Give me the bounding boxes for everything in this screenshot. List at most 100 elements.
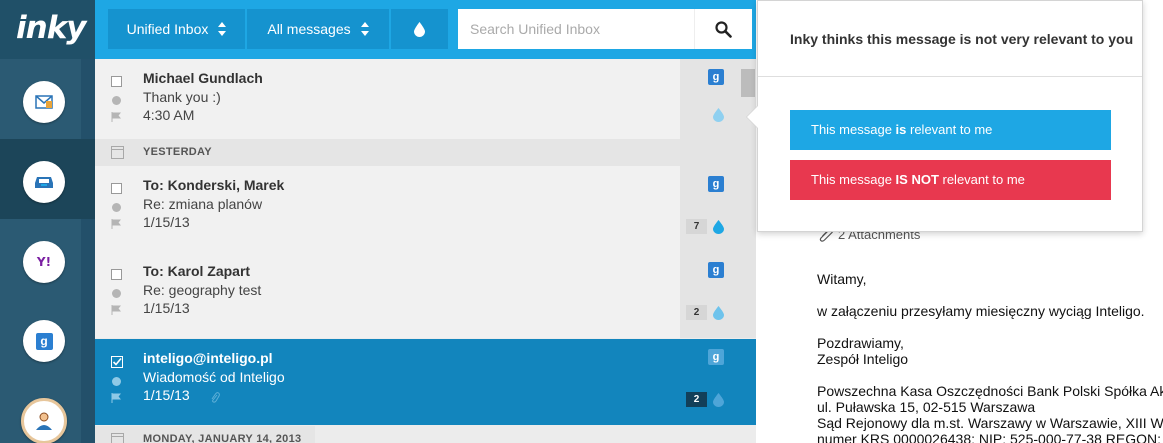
drop-icon: [414, 21, 425, 37]
message-subject: Re: zmiana planów: [143, 196, 263, 212]
message-row-selected[interactable]: inteligo@inteligo.pl Wiadomość od Inteli…: [95, 339, 756, 425]
mark-relevant-button[interactable]: This message is relevant to me: [790, 110, 1111, 150]
popover-divider: [758, 76, 1142, 77]
button-text: relevant to me: [938, 172, 1025, 187]
unread-dot-icon[interactable]: [112, 203, 121, 212]
filter-select[interactable]: All messages: [247, 9, 390, 49]
search-button[interactable]: [694, 9, 752, 49]
button-text: This message: [811, 172, 896, 187]
thread-count-badge: 7: [686, 219, 707, 234]
popover-title: Inky thinks this message is not very rel…: [790, 31, 1134, 47]
magnifier-icon: [715, 20, 732, 38]
message-row[interactable]: To: Karol Zapart Re: geography test 1/15…: [95, 252, 756, 338]
calendar-icon: [111, 146, 124, 159]
relevance-popover: Inky thinks this message is not very rel…: [746, 0, 1143, 232]
body-greeting: Witamy,: [817, 271, 867, 287]
row-tools: [111, 351, 123, 408]
message-row[interactable]: Michael Gundlach Thank you :) 4:30 AM g: [95, 59, 756, 139]
unread-dot-icon[interactable]: [112, 377, 121, 386]
toolbar: Unified Inbox All messages: [95, 0, 756, 59]
message-subject: Thank you :): [143, 89, 221, 105]
button-text: This message: [811, 122, 896, 137]
body-footer: Powszechna Kasa Oszczędności Bank Polski…: [817, 383, 1163, 399]
attachment-clip-icon: [211, 392, 220, 403]
message-row[interactable]: To: Konderski, Marek Re: zmiana planów 1…: [95, 166, 756, 252]
google-account-badge: g: [708, 262, 724, 278]
user-avatar-icon[interactable]: [21, 398, 67, 443]
select-checkbox[interactable]: [111, 183, 122, 194]
search-box: [458, 9, 752, 49]
yahoo-label: Y!: [36, 255, 52, 269]
message-subject: Wiadomość od Inteligo: [143, 369, 285, 385]
message-date: 1/15/13: [143, 387, 190, 403]
day-separator: MONDAY, JANUARY 14, 2013: [95, 426, 315, 443]
filter-select-label: All messages: [267, 21, 351, 37]
flag-icon[interactable]: [111, 305, 122, 315]
message-side-panel: g 2: [680, 252, 756, 338]
button-text-emphasis: is: [895, 122, 907, 137]
message-sender: Michael Gundlach: [143, 70, 263, 86]
yahoo-icon[interactable]: Y!: [23, 241, 65, 283]
google-label: g: [35, 332, 53, 350]
message-sender: To: Konderski, Marek: [143, 177, 285, 193]
row-tools: [111, 264, 123, 320]
button-text-emphasis: IS NOT: [895, 172, 939, 187]
message-side-panel: g 2: [680, 339, 756, 425]
updown-icon: [218, 22, 227, 36]
google-account-badge: g: [708, 176, 724, 192]
relevance-drop-icon[interactable]: [713, 393, 724, 407]
day-separator-label: MONDAY, JANUARY 14, 2013: [143, 433, 302, 443]
separator-side: [680, 139, 756, 166]
message-list: Michael Gundlach Thank you :) 4:30 AM g …: [95, 59, 756, 443]
day-separator-label: YESTERDAY: [143, 146, 212, 158]
relevance-drop-icon[interactable]: [713, 306, 724, 320]
mailbox-select[interactable]: Unified Inbox: [108, 9, 246, 49]
select-checkbox[interactable]: [111, 269, 122, 280]
search-input[interactable]: [458, 9, 694, 49]
account-rail: inky Y! g: [0, 0, 95, 443]
body-signature: Pozdrawiamy,: [817, 335, 904, 351]
body-footer: ul. Puławska 15, 02-515 Warszawa: [817, 399, 1036, 415]
unread-dot-icon[interactable]: [112, 96, 121, 105]
thread-count-badge: 2: [686, 305, 707, 320]
calendar-icon: [111, 433, 124, 443]
button-text: relevant to me: [906, 122, 993, 137]
google-account-badge: g: [708, 349, 724, 365]
select-checkbox[interactable]: [111, 76, 122, 87]
body-line: w załączeniu przesyłamy miesięczny wycią…: [817, 303, 1145, 319]
relevance-drop-icon[interactable]: [713, 108, 724, 122]
mailbox-select-label: Unified Inbox: [126, 21, 209, 37]
body-footer: numer KRS 0000026438; NIP: 525-000-77-38…: [817, 431, 1163, 443]
thread-count-badge: 2: [686, 392, 707, 407]
message-sender: To: Karol Zapart: [143, 263, 251, 279]
relevance-drop-icon[interactable]: [713, 220, 724, 234]
row-tools: [111, 178, 123, 234]
row-tools: [111, 71, 123, 127]
mark-not-relevant-button[interactable]: This message IS NOT relevant to me: [790, 160, 1111, 200]
day-separator: YESTERDAY: [95, 139, 756, 166]
message-date: 1/15/13: [143, 214, 190, 230]
message-side-panel: g 7: [680, 166, 756, 252]
relevance-button[interactable]: [391, 9, 449, 49]
google-icon[interactable]: g: [23, 320, 65, 362]
message-body: Witamy, w załączeniu przesyłamy miesięcz…: [817, 271, 1163, 443]
inbox-tray-icon[interactable]: [23, 161, 65, 203]
mail-stamp-icon[interactable]: [23, 81, 65, 123]
message-date: 1/15/13: [143, 300, 190, 316]
message-date: 4:30 AM: [143, 107, 195, 123]
message-sender: inteligo@inteligo.pl: [143, 350, 273, 366]
app-logo: inky: [16, 10, 87, 46]
flag-icon[interactable]: [111, 112, 122, 122]
flag-icon[interactable]: [111, 219, 122, 229]
google-account-badge: g: [708, 69, 724, 85]
unread-dot-icon[interactable]: [112, 289, 121, 298]
logo-area: inky: [0, 0, 95, 59]
body-signature: Zespół Inteligo: [817, 351, 909, 367]
checked-checkbox-icon[interactable]: [111, 356, 123, 368]
updown-icon: [360, 22, 369, 36]
popover-arrow: [746, 105, 758, 129]
body-footer: Sąd Rejonowy dla m.st. Warszawy w Warsza…: [817, 415, 1163, 431]
scrollbar-thumb[interactable]: [741, 69, 755, 97]
flag-icon[interactable]: [111, 393, 122, 403]
message-subject: Re: geography test: [143, 282, 262, 298]
